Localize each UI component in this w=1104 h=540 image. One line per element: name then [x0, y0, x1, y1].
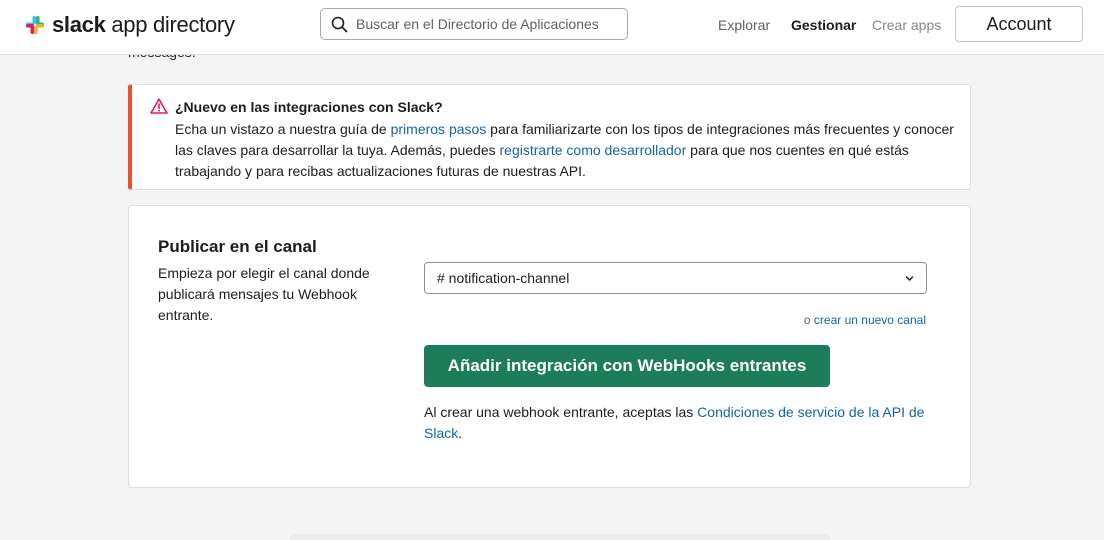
search-box[interactable] [320, 8, 628, 40]
new-channel-option: o crear un nuevo canal [803, 313, 926, 327]
new-integrations-notice: ¿Nuevo en las integraciones con Slack? E… [128, 84, 971, 190]
nav-explore-link[interactable]: Explorar [718, 17, 770, 33]
brand-name: slack app directory [52, 12, 235, 37]
warning-icon [150, 98, 168, 114]
channel-select-value: # notification-channel [437, 270, 570, 286]
getting-started-link[interactable]: primeros pasos [391, 121, 487, 137]
notice-body: Echa un vistazo a nuestra guía de primer… [175, 121, 954, 179]
card-title: Publicar en el canal [158, 237, 317, 256]
slack-logo-icon [26, 16, 44, 34]
terms-notice: Al crear una webhook entrante, aceptas l… [424, 404, 925, 441]
create-new-channel-link[interactable]: crear un nuevo canal [814, 313, 926, 327]
account-button[interactable]: Account [955, 6, 1083, 42]
post-to-channel-card: Publicar en el canal Empieza por elegir … [128, 205, 971, 488]
footer-edge [290, 534, 830, 540]
slack-app-directory-logo[interactable]: slack app directory [24, 12, 235, 38]
nav-create-apps-link[interactable]: Crear apps [872, 17, 941, 33]
add-incoming-webhooks-button[interactable]: Añadir integración con WebHooks entrante… [424, 345, 830, 387]
top-header: slack app directory Explorar Gestionar C… [0, 0, 1104, 55]
channel-select[interactable]: # notification-channel [424, 262, 927, 294]
chevron-down-icon [905, 276, 914, 281]
card-description: Empieza por elegir el canal donde public… [158, 265, 370, 323]
search-input[interactable] [356, 16, 616, 32]
register-developer-link[interactable]: registrarte como desarrollador [500, 142, 687, 158]
search-icon [331, 16, 348, 32]
nav-manage-link[interactable]: Gestionar [791, 17, 856, 33]
notice-title: ¿Nuevo en las integraciones con Slack? [175, 99, 443, 115]
